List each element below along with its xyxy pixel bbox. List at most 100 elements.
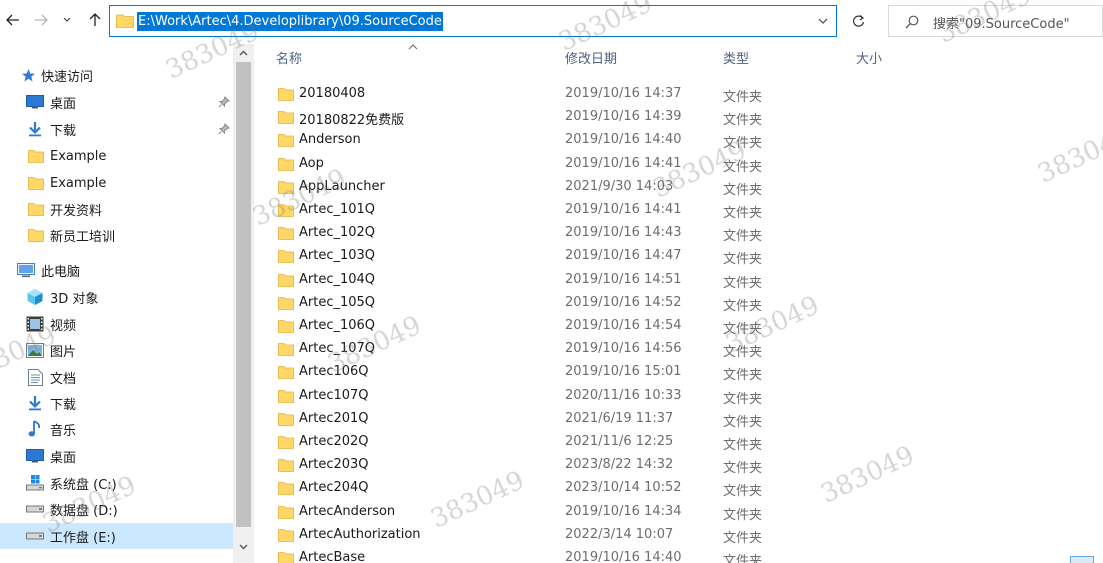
sidebar-item-drive-e[interactable]: 工作盘 (E:) <box>0 523 233 549</box>
file-row[interactable]: ArtecBase 2019/10/16 14:40 文件夹 <box>270 547 1070 563</box>
scroll-down-icon[interactable] <box>238 542 249 552</box>
file-row[interactable]: Artec_103Q 2019/10/16 14:47 文件夹 <box>270 245 1070 268</box>
file-row[interactable]: ArtecAuthorization 2022/3/14 10:07 文件夹 <box>270 524 1070 547</box>
file-row[interactable]: Artec106Q 2019/10/16 15:01 文件夹 <box>270 361 1070 384</box>
column-header-date[interactable]: 修改日期 <box>565 46 617 74</box>
back-button[interactable] <box>2 8 24 32</box>
file-type: 文件夹 <box>723 206 763 221</box>
file-type: 文件夹 <box>723 415 763 430</box>
file-row[interactable]: Artec107Q 2020/11/16 10:33 文件夹 <box>270 385 1070 408</box>
column-header-name[interactable]: 名称 <box>276 46 302 74</box>
file-row[interactable]: 20180822免费版 2019/10/16 14:39 文件夹 <box>270 106 1070 129</box>
address-history-button[interactable] <box>816 14 830 28</box>
file-name[interactable]: ArtecBase <box>299 550 365 563</box>
file-row[interactable]: Artec203Q 2023/8/22 14:32 文件夹 <box>270 454 1070 477</box>
file-row[interactable]: ArtecAnderson 2019/10/16 14:34 文件夹 <box>270 501 1070 524</box>
view-toggle-button[interactable] <box>1070 556 1094 563</box>
file-name[interactable]: Artec201Q <box>299 411 369 426</box>
file-name[interactable]: 20180408 <box>299 86 365 101</box>
file-name[interactable]: Artec204Q <box>299 480 369 495</box>
sidebar-item-drive-c[interactable]: 系统盘 (C:) <box>0 470 233 496</box>
folder-icon <box>27 200 45 218</box>
file-type: 文件夹 <box>723 484 763 499</box>
sidebar-item-desktop-pc[interactable]: 桌面 <box>0 443 233 469</box>
arrow-up-icon <box>89 13 101 26</box>
address-bar[interactable]: E:\Work\Artec\4.Developlibrary\09.Source… <box>109 5 837 37</box>
file-row[interactable]: Artec201Q 2021/6/19 11:37 文件夹 <box>270 408 1070 431</box>
file-name[interactable]: Artec106Q <box>299 364 369 379</box>
sidebar-item-videos[interactable]: 视频 <box>0 311 233 337</box>
file-name[interactable]: Artec_104Q <box>299 272 375 287</box>
file-row[interactable]: Artec_101Q 2019/10/16 14:41 文件夹 <box>270 199 1070 222</box>
sidebar-item-this-pc[interactable]: 此电脑 <box>0 257 233 283</box>
file-row[interactable]: AppLauncher 2021/9/30 14:03 文件夹 <box>270 176 1070 199</box>
file-name[interactable]: Aop <box>299 156 324 171</box>
file-row[interactable]: Artec202Q 2021/11/6 12:25 文件夹 <box>270 431 1070 454</box>
file-row[interactable]: Artec_104Q 2019/10/16 14:51 文件夹 <box>270 269 1070 292</box>
recent-locations-button[interactable] <box>60 8 74 32</box>
file-date: 2019/10/16 14:39 <box>565 109 682 124</box>
folder-icon <box>278 529 294 542</box>
sidebar-item-drive-d[interactable]: 数据盘 (D:) <box>0 496 233 522</box>
file-row[interactable]: Anderson 2019/10/16 14:40 文件夹 <box>270 129 1070 152</box>
pin-icon[interactable] <box>218 123 230 135</box>
file-row[interactable]: Artec204Q 2023/10/14 10:52 文件夹 <box>270 477 1070 500</box>
file-row[interactable]: Artec_102Q 2019/10/16 14:43 文件夹 <box>270 222 1070 245</box>
scroll-up-icon[interactable] <box>238 48 249 58</box>
file-row[interactable]: Aop 2019/10/16 14:41 文件夹 <box>270 153 1070 176</box>
navigation-scrollbar[interactable] <box>233 44 254 563</box>
file-name[interactable]: ArtecAuthorization <box>299 527 421 542</box>
sidebar-item-pictures[interactable]: 图片 <box>0 337 233 363</box>
forward-button[interactable] <box>30 8 52 32</box>
file-name[interactable]: Artec_102Q <box>299 225 375 240</box>
sidebar-item-label: 下载 <box>50 397 77 413</box>
address-path[interactable]: E:\Work\Artec\4.Developlibrary\09.Source… <box>137 12 443 31</box>
sidebar-item-downloads-pc[interactable]: 下载 <box>0 390 233 416</box>
sidebar-item-documents[interactable]: 文档 <box>0 364 233 390</box>
sidebar-item-desktop[interactable]: 桌面 <box>0 89 233 115</box>
sort-ascending-icon <box>408 44 418 50</box>
file-name[interactable]: Artec_103Q <box>299 248 375 263</box>
sidebar-item-3d-objects[interactable]: 3D 对象 <box>0 284 233 310</box>
file-row[interactable]: Artec_107Q 2019/10/16 14:56 文件夹 <box>270 338 1070 361</box>
up-button[interactable] <box>84 8 106 32</box>
scrollbar-thumb[interactable] <box>236 62 251 527</box>
file-name[interactable]: Artec_106Q <box>299 318 375 333</box>
file-name[interactable]: AppLauncher <box>299 179 385 194</box>
documents-icon <box>26 368 44 386</box>
file-row[interactable]: Artec_105Q 2019/10/16 14:52 文件夹 <box>270 292 1070 315</box>
sidebar-item-dev-materials[interactable]: 开发资料 <box>0 196 233 222</box>
file-name[interactable]: Artec_101Q <box>299 202 375 217</box>
column-header-size[interactable]: 大小 <box>856 46 882 74</box>
file-name[interactable]: ArtecAnderson <box>299 504 395 519</box>
sidebar-item-example[interactable]: Example <box>0 143 233 169</box>
sidebar-item-downloads[interactable]: 下载 <box>0 116 233 142</box>
file-name[interactable]: Artec107Q <box>299 388 369 403</box>
file-row[interactable]: Artec_106Q 2019/10/16 14:54 文件夹 <box>270 315 1070 338</box>
refresh-button[interactable] <box>844 5 872 37</box>
drive-icon <box>26 500 44 518</box>
pin-icon[interactable] <box>218 96 230 108</box>
column-header-type[interactable]: 类型 <box>723 46 749 74</box>
file-type: 文件夹 <box>723 229 763 244</box>
file-name[interactable]: Artec202Q <box>299 434 369 449</box>
sidebar-item-music[interactable]: 音乐 <box>0 416 233 442</box>
search-box[interactable]: 搜索"09.SourceCode" <box>888 5 1103 37</box>
sidebar-item-quick-access[interactable]: 快速访问 <box>0 62 233 88</box>
file-name[interactable]: Artec_105Q <box>299 295 375 310</box>
file-date: 2022/3/14 10:07 <box>565 527 674 542</box>
folder-icon <box>27 174 45 192</box>
file-name[interactable]: Artec203Q <box>299 457 369 472</box>
sidebar-item-new-staff-training[interactable]: 新员工培训 <box>0 222 233 248</box>
file-type: 文件夹 <box>723 299 763 314</box>
sidebar-item-example-2[interactable]: Example <box>0 170 233 196</box>
refresh-icon <box>852 15 864 27</box>
drive-icon <box>26 527 44 545</box>
file-type: 文件夹 <box>723 276 763 291</box>
file-type: 文件夹 <box>723 160 763 175</box>
file-name[interactable]: Anderson <box>299 132 361 147</box>
file-date: 2019/10/16 14:51 <box>565 272 682 287</box>
file-row[interactable]: 20180408 2019/10/16 14:37 文件夹 <box>270 83 1070 106</box>
file-name[interactable]: 20180822免费版 <box>299 109 404 128</box>
file-name[interactable]: Artec_107Q <box>299 341 375 356</box>
